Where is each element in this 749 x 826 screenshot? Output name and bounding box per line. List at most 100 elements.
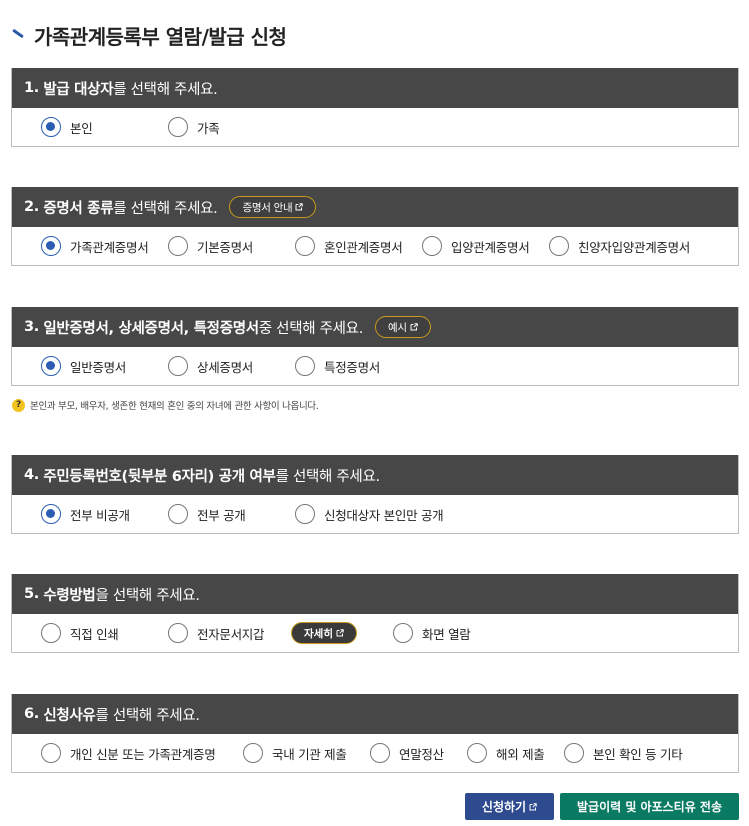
radio-option-basic[interactable]: 기본증명서	[168, 227, 253, 265]
section-title-rest: 중 선택해 주세요.	[258, 320, 364, 337]
section-certificate-detail: 3. 일반증명서, 상세증명서, 특정증명서 중 선택해 주세요. 예시 일반증…	[11, 307, 739, 386]
section-title-bold: 증명서 종류	[43, 200, 114, 217]
radio-option-family-relation[interactable]: 가족관계증명서	[41, 227, 149, 265]
section-header: 4. 주민등록번호(뒷부분 6자리) 공개 여부 를 선택해 주세요.	[12, 455, 738, 495]
radio-icon[interactable]	[168, 236, 188, 256]
radio-option-other[interactable]: 본인 확인 등 기타	[564, 734, 683, 772]
option-label: 연말정산	[399, 746, 444, 762]
option-label: 신청대상자 본인만 공개	[324, 507, 444, 523]
title-accent-icon	[12, 28, 26, 42]
page-title-bar: 가족관계등록부 열람/발급 신청	[12, 20, 287, 50]
option-label: 특정증명서	[324, 359, 381, 375]
section-header: 2. 증명서 종류 를 선택해 주세요. 증명서 안내	[12, 187, 738, 227]
radio-selected-icon[interactable]	[41, 504, 61, 524]
section-certificate-type: 2. 증명서 종류 를 선택해 주세요. 증명서 안내 가족관계증명서 기본증명서…	[11, 187, 739, 266]
radio-icon[interactable]	[168, 504, 188, 524]
radio-icon[interactable]	[243, 743, 263, 763]
section-title-bold: 수령방법	[43, 587, 96, 604]
option-label: 상세증명서	[197, 359, 254, 375]
section-number: 4.	[24, 467, 39, 483]
radio-option-print[interactable]: 직접 인쇄	[41, 614, 119, 652]
radio-icon[interactable]	[370, 743, 390, 763]
certificate-guide-button[interactable]: 증명서 안내	[229, 196, 317, 218]
radio-option-domestic[interactable]: 국내 기관 제출	[243, 734, 347, 772]
section-number: 1.	[24, 80, 39, 96]
pill-label: 증명서 안내	[242, 201, 293, 214]
option-label: 일반증명서	[70, 359, 127, 375]
option-label: 친양자입양관계증명서	[578, 239, 691, 255]
external-link-icon	[336, 629, 344, 637]
external-link-icon	[295, 203, 304, 211]
radio-icon[interactable]	[168, 356, 188, 376]
help-note: ? 본인과 부모, 배우자, 생존한 현재의 혼인 중의 자녀에 관한 사항이 …	[12, 398, 319, 412]
radio-icon[interactable]	[168, 117, 188, 137]
section-header: 1. 발급 대상자 를 선택해 주세요.	[12, 68, 738, 108]
radio-option-identity[interactable]: 개인 신분 또는 가족관계증명	[41, 734, 216, 772]
radio-option-specific[interactable]: 특정증명서	[295, 347, 380, 385]
radio-icon[interactable]	[168, 623, 188, 643]
radio-icon[interactable]	[41, 743, 61, 763]
send-apostille-button[interactable]: 발급이력 및 아포스티유 전송	[560, 793, 739, 820]
radio-option-marriage[interactable]: 혼인관계증명서	[295, 227, 403, 265]
option-label: 전부 비공개	[70, 507, 130, 523]
detail-button[interactable]: 자세히	[291, 622, 357, 644]
section-header: 6. 신청사유 를 선택해 주세요.	[12, 694, 738, 734]
section-header: 3. 일반증명서, 상세증명서, 특정증명서 중 선택해 주세요. 예시	[12, 307, 738, 347]
pill-label: 예시	[388, 321, 407, 334]
pill-label: 자세히	[304, 627, 333, 640]
radio-option-all-private[interactable]: 전부 비공개	[41, 495, 130, 533]
option-label: 전자문서지갑	[197, 626, 265, 642]
apply-button-label: 신청하기	[481, 800, 527, 814]
radio-icon[interactable]	[549, 236, 569, 256]
option-label: 직접 인쇄	[70, 626, 119, 642]
radio-option-family[interactable]: 가족	[168, 108, 220, 146]
option-label: 전부 공개	[197, 507, 246, 523]
radio-icon[interactable]	[295, 356, 315, 376]
radio-option-general[interactable]: 일반증명서	[41, 347, 126, 385]
option-label: 가족	[197, 120, 220, 136]
section-number: 5.	[24, 586, 39, 602]
radio-icon[interactable]	[422, 236, 442, 256]
radio-selected-icon[interactable]	[41, 117, 61, 137]
option-label: 화면 열람	[422, 626, 471, 642]
radio-icon[interactable]	[41, 623, 61, 643]
section-title-rest: 을 선택해 주세요.	[95, 587, 200, 604]
radio-icon[interactable]	[295, 504, 315, 524]
radio-option-all-public[interactable]: 전부 공개	[168, 495, 246, 533]
radio-option-detailed[interactable]: 상세증명서	[168, 347, 253, 385]
section-title-rest: 를 선택해 주세요.	[113, 81, 218, 98]
section-title-bold: 주민등록번호(뒷부분 6자리) 공개 여부	[43, 468, 276, 485]
section-number: 2.	[24, 199, 39, 215]
section-number: 6.	[24, 706, 39, 722]
option-label: 혼인관계증명서	[324, 239, 403, 255]
external-link-icon	[410, 323, 418, 331]
radio-option-e-wallet[interactable]: 전자문서지갑	[168, 614, 265, 652]
external-link-icon	[529, 802, 537, 811]
radio-selected-icon[interactable]	[41, 236, 61, 256]
section-header: 5. 수령방법 을 선택해 주세요.	[12, 574, 738, 614]
section-title-rest: 를 선택해 주세요.	[95, 707, 200, 724]
apply-button[interactable]: 신청하기	[465, 793, 554, 820]
radio-option-adoption[interactable]: 입양관계증명서	[422, 227, 530, 265]
option-label: 본인 확인 등 기타	[593, 746, 683, 762]
section-issue-target: 1. 발급 대상자 를 선택해 주세요. 본인 가족	[11, 68, 739, 147]
radio-icon[interactable]	[393, 623, 413, 643]
option-label: 본인	[70, 120, 93, 136]
radio-icon[interactable]	[467, 743, 487, 763]
radio-option-tax[interactable]: 연말정산	[370, 734, 444, 772]
radio-option-self-public[interactable]: 신청대상자 본인만 공개	[295, 495, 444, 533]
option-label: 국내 기관 제출	[272, 746, 347, 762]
option-label: 해외 제출	[496, 746, 545, 762]
radio-icon[interactable]	[295, 236, 315, 256]
question-icon: ?	[12, 398, 25, 412]
example-button[interactable]: 예시	[375, 316, 431, 338]
section-resident-number: 4. 주민등록번호(뒷부분 6자리) 공개 여부 를 선택해 주세요. 전부 비공…	[11, 455, 739, 534]
option-label: 가족관계증명서	[70, 239, 149, 255]
radio-option-screen-view[interactable]: 화면 열람	[393, 614, 471, 652]
option-label: 개인 신분 또는 가족관계증명	[70, 746, 216, 762]
radio-icon[interactable]	[564, 743, 584, 763]
radio-option-full-adoption[interactable]: 친양자입양관계증명서	[549, 227, 690, 265]
radio-option-overseas[interactable]: 해외 제출	[467, 734, 545, 772]
radio-selected-icon[interactable]	[41, 356, 61, 376]
radio-option-self[interactable]: 본인	[41, 108, 93, 146]
